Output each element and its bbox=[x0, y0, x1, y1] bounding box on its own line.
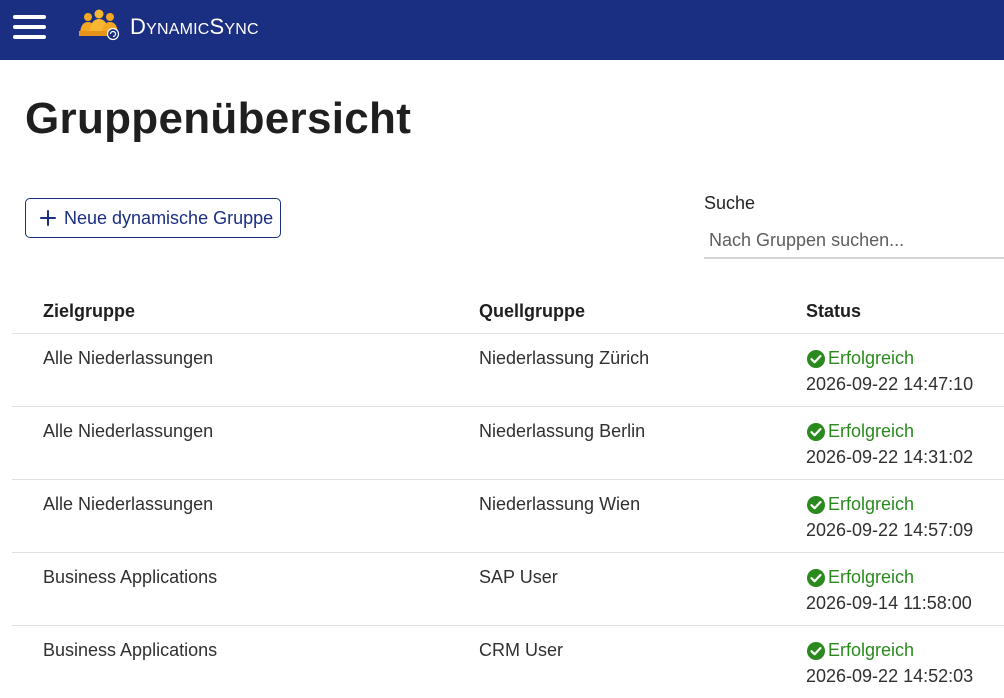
check-circle-icon bbox=[807, 422, 825, 441]
check-circle-icon bbox=[807, 568, 825, 587]
source-group-cell: SAP User bbox=[479, 567, 558, 587]
source-group-cell: Niederlassung Wien bbox=[479, 494, 641, 514]
hamburger-menu-icon[interactable] bbox=[13, 13, 47, 41]
status-badge: Erfolgreich bbox=[806, 421, 914, 442]
source-group-cell: CRM User bbox=[479, 640, 563, 660]
status-text: Erfolgreich bbox=[828, 348, 915, 368]
check-circle-icon bbox=[807, 641, 825, 660]
people-sync-logo-icon bbox=[79, 9, 120, 41]
check-circle-icon bbox=[807, 495, 825, 514]
status-text: Erfolgreich bbox=[828, 567, 915, 587]
status-text: Erfolgreich bbox=[828, 421, 915, 441]
status-timestamp: 2026-09-22 14:47:10 bbox=[806, 374, 974, 394]
table-row[interactable]: Alle Niederlassungen Niederlassung Wien … bbox=[12, 480, 1004, 553]
column-header-status[interactable]: Status bbox=[806, 301, 861, 322]
target-group-cell: Alle Niederlassungen bbox=[43, 421, 214, 441]
status-timestamp: 2026-09-14 11:58:00 bbox=[806, 593, 972, 613]
group-table: Zielgruppe Quellgruppe Status Alle Niede… bbox=[12, 288, 1004, 698]
plus-icon bbox=[40, 210, 56, 226]
column-header-target-group[interactable]: Zielgruppe bbox=[43, 301, 135, 322]
source-group-cell: Niederlassung Zürich bbox=[479, 348, 650, 368]
check-circle-icon bbox=[807, 349, 825, 368]
target-group-cell: Alle Niederlassungen bbox=[43, 494, 214, 514]
status-text: Erfolgreich bbox=[828, 640, 915, 660]
status-timestamp: 2026-09-22 14:31:02 bbox=[806, 447, 974, 467]
search-input[interactable] bbox=[704, 223, 1004, 259]
status-badge: Erfolgreich bbox=[806, 567, 914, 588]
column-header-source-group[interactable]: Quellgruppe bbox=[479, 301, 585, 322]
status-badge: Erfolgreich bbox=[806, 494, 914, 515]
page-title: Gruppenübersicht bbox=[25, 94, 412, 143]
table-row[interactable]: Alle Niederlassungen Niederlassung Berli… bbox=[12, 407, 1004, 480]
new-dynamic-group-button[interactable]: Neue dynamische Gruppe bbox=[25, 198, 281, 238]
target-group-cell: Business Applications bbox=[43, 640, 218, 660]
top-app-bar: DYNAMICSYNC bbox=[0, 0, 1004, 60]
status-text: Erfolgreich bbox=[828, 494, 915, 514]
app-brand-name: DYNAMICSYNC bbox=[130, 14, 259, 39]
status-badge: Erfolgreich bbox=[806, 348, 914, 369]
search-label: Suche bbox=[704, 193, 756, 213]
target-group-cell: Alle Niederlassungen bbox=[43, 348, 214, 368]
source-group-cell: Niederlassung Berlin bbox=[479, 421, 646, 441]
table-row[interactable]: Business Applications CRM User Erfolgrei… bbox=[12, 626, 1004, 698]
target-group-cell: Business Applications bbox=[43, 567, 218, 587]
new-dynamic-group-label: Neue dynamische Gruppe bbox=[64, 207, 274, 228]
status-timestamp: 2026-09-22 14:52:03 bbox=[806, 666, 974, 686]
table-row[interactable]: Alle Niederlassungen Niederlassung Züric… bbox=[12, 334, 1004, 407]
status-timestamp: 2026-09-22 14:57:09 bbox=[806, 520, 974, 540]
table-header: Zielgruppe Quellgruppe Status bbox=[12, 288, 1004, 334]
status-badge: Erfolgreich bbox=[806, 640, 914, 661]
table-row[interactable]: Business Applications SAP User Erfolgrei… bbox=[12, 553, 1004, 626]
